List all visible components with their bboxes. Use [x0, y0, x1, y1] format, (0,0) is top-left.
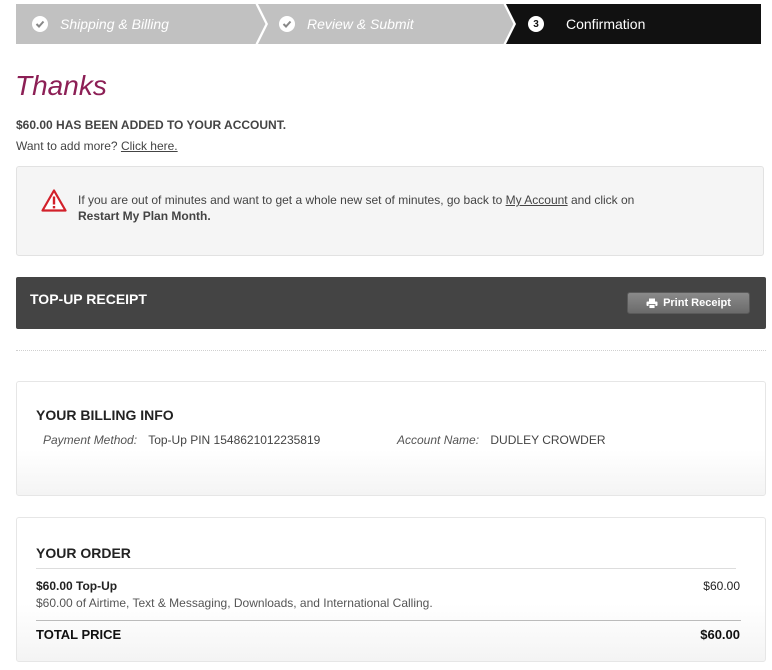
- receipt-header: TOP-UP RECEIPT Print Receipt: [16, 277, 766, 329]
- payment-method-label: Payment Method:: [43, 433, 138, 447]
- step-review-submit[interactable]: Review & Submit: [279, 4, 414, 44]
- payment-method: Payment Method: Top-Up PIN 1548621012235…: [43, 433, 320, 447]
- printer-icon: [646, 298, 658, 309]
- order-card: YOUR ORDER $60.00 Top-Up $60.00 of Airti…: [16, 517, 766, 662]
- billing-info-card: YOUR BILLING INFO Payment Method: Top-Up…: [16, 381, 766, 496]
- add-more-text: Want to add more? Click here.: [16, 139, 178, 153]
- step-number: 3: [528, 16, 544, 32]
- payment-method-value: Top-Up PIN 1548621012235819: [148, 433, 321, 447]
- step-label: Confirmation: [566, 16, 646, 32]
- order-item-description: $60.00 of Airtime, Text & Messaging, Dow…: [36, 596, 433, 610]
- divider: [16, 350, 766, 351]
- step-shipping-billing[interactable]: Shipping & Billing: [32, 4, 169, 44]
- confirmation-message: $60.00 HAS BEEN ADDED TO YOUR ACCOUNT.: [16, 118, 287, 132]
- restart-plan-text: Restart My Plan Month.: [78, 209, 211, 223]
- notice-text-middle: and click on: [570, 193, 635, 207]
- step-confirmation: 3 Confirmation: [528, 4, 645, 44]
- order-heading: YOUR ORDER: [36, 545, 131, 561]
- restart-plan-notice: If you are out of minutes and want to ge…: [16, 166, 764, 256]
- checkmark-icon: [32, 16, 48, 32]
- receipt-title: TOP-UP RECEIPT: [30, 291, 147, 307]
- my-account-link[interactable]: My Account: [506, 193, 568, 207]
- account-name-value: DUDLEY CROWDER: [490, 433, 606, 447]
- divider: [36, 620, 741, 621]
- account-name: Account Name: DUDLEY CROWDER: [397, 433, 606, 447]
- order-item-price: $60.00: [703, 579, 740, 593]
- add-more-link[interactable]: Click here.: [121, 139, 178, 153]
- notice-text-before: If you are out of minutes and want to ge…: [78, 193, 503, 207]
- total-price-value: $60.00: [700, 627, 740, 642]
- add-more-prefix: Want to add more?: [16, 139, 118, 153]
- checkout-progress: Shipping & Billing Review & Submit 3 Con…: [16, 4, 761, 44]
- billing-heading: YOUR BILLING INFO: [36, 407, 174, 423]
- step-label: Shipping & Billing: [60, 16, 169, 32]
- divider: [36, 568, 736, 569]
- total-price-label: TOTAL PRICE: [36, 627, 122, 642]
- notice-text: If you are out of minutes and want to ge…: [78, 192, 638, 224]
- account-name-label: Account Name:: [397, 433, 480, 447]
- page-title: Thanks: [15, 70, 107, 101]
- print-receipt-button[interactable]: Print Receipt: [627, 292, 750, 314]
- print-receipt-label: Print Receipt: [663, 297, 731, 309]
- warning-triangle-icon: [41, 189, 67, 217]
- step-label: Review & Submit: [307, 16, 414, 32]
- checkmark-icon: [279, 16, 295, 32]
- order-item-name: $60.00 Top-Up: [36, 579, 118, 593]
